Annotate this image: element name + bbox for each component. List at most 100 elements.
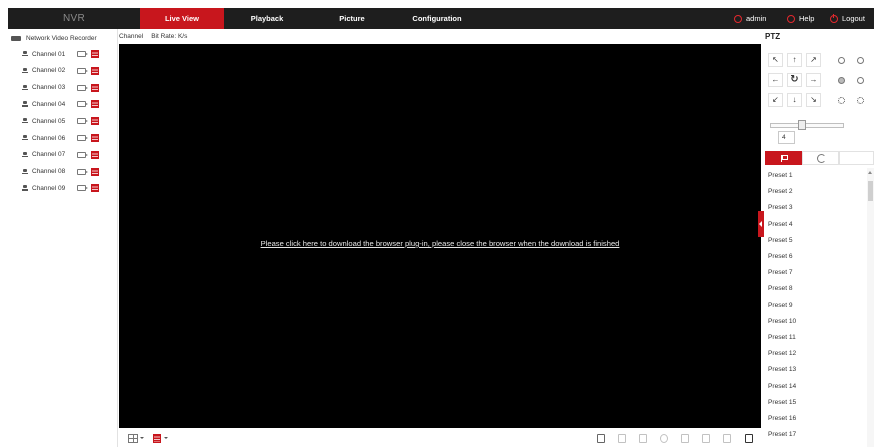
- channel-row[interactable]: Channel 08: [22, 167, 117, 177]
- preset-item[interactable]: Preset 16: [768, 413, 796, 425]
- collapse-ptz-panel-button[interactable]: [758, 211, 764, 237]
- stream-switch-icon[interactable]: [91, 167, 99, 176]
- ptz-right-button[interactable]: →: [806, 73, 821, 87]
- preset-item[interactable]: Preset 2: [768, 186, 793, 198]
- stream-dropdown-caret[interactable]: [164, 437, 168, 439]
- ptz-down-button[interactable]: ↓: [787, 93, 802, 107]
- preset-item[interactable]: Preset 11: [768, 332, 796, 344]
- record-channel-icon[interactable]: [77, 84, 88, 91]
- preset-scrollbar[interactable]: [867, 168, 874, 447]
- channel-row[interactable]: Channel 05: [22, 116, 117, 126]
- fullscreen-icon[interactable]: [745, 434, 753, 443]
- focus-near-icon[interactable]: [834, 73, 848, 87]
- device-tree-root[interactable]: Network Video Recorder: [8, 33, 97, 43]
- channel-row[interactable]: Channel 04: [22, 99, 117, 109]
- record-channel-icon[interactable]: [77, 135, 88, 141]
- preset-item[interactable]: Preset 17: [768, 429, 796, 441]
- preset-item[interactable]: Preset 6: [768, 251, 793, 263]
- logout-label: Logout: [842, 14, 865, 23]
- channel-label: Channel 04: [32, 100, 66, 108]
- channel-row[interactable]: Channel 07: [22, 150, 117, 160]
- zoom-out-icon[interactable]: [853, 53, 867, 67]
- ptz-speed-slider-track[interactable]: [770, 123, 844, 128]
- audio-icon[interactable]: [681, 434, 689, 443]
- ptz-auto-button[interactable]: ↻: [787, 73, 802, 87]
- tab-cruise[interactable]: [802, 151, 839, 165]
- help-link[interactable]: Help: [787, 8, 814, 29]
- channel-row[interactable]: Channel 02: [22, 66, 117, 76]
- ptz-left-button[interactable]: ←: [768, 73, 783, 87]
- snapshot-icon[interactable]: [618, 434, 626, 443]
- focus-far-icon[interactable]: [853, 73, 867, 87]
- record-icon[interactable]: [639, 434, 647, 443]
- stream-type-icon[interactable]: [153, 434, 161, 443]
- ptz-down-right-button[interactable]: ↘: [806, 93, 821, 107]
- channel-row[interactable]: Channel 06: [22, 133, 117, 143]
- preset-item[interactable]: Preset 3: [768, 202, 793, 214]
- preset-item[interactable]: Preset 14: [768, 381, 796, 393]
- preset-item[interactable]: Preset 5: [768, 235, 793, 247]
- layout-dropdown-caret[interactable]: [140, 437, 144, 439]
- preset-item[interactable]: Preset 15: [768, 397, 796, 409]
- stream-switch-icon[interactable]: [91, 66, 99, 75]
- ptz-down-left-button[interactable]: ↙: [768, 93, 783, 107]
- user-menu[interactable]: admin: [734, 8, 766, 29]
- stream-switch-icon[interactable]: [91, 50, 99, 58]
- stream-switch-icon[interactable]: [91, 117, 99, 126]
- preset-item[interactable]: Preset 10: [768, 316, 796, 328]
- record-channel-icon[interactable]: [77, 118, 88, 125]
- ptz-up-left-button[interactable]: ↖: [768, 53, 783, 67]
- preset-item[interactable]: Preset 13: [768, 364, 796, 376]
- tab-live-view[interactable]: Live View: [140, 8, 224, 29]
- iris-close-icon[interactable]: [853, 93, 867, 107]
- play-icon[interactable]: [597, 434, 605, 443]
- preset-item[interactable]: Preset 7: [768, 267, 793, 279]
- stream-switch-icon[interactable]: [91, 83, 99, 92]
- ptz-speed-value[interactable]: 4: [778, 131, 795, 144]
- preset-scrollbar-thumb[interactable]: [868, 181, 873, 201]
- ptz-speed-slider-thumb[interactable]: [798, 120, 807, 130]
- scroll-up-arrow-icon[interactable]: [868, 171, 872, 174]
- stream-switch-icon[interactable]: [91, 184, 99, 193]
- record-channel-icon[interactable]: [77, 168, 88, 175]
- camera-icon: [22, 168, 28, 175]
- tab-picture[interactable]: Picture: [310, 8, 394, 29]
- tab-presets[interactable]: [765, 151, 802, 165]
- preset-item[interactable]: Preset 8: [768, 283, 793, 295]
- record-channel-icon[interactable]: [77, 185, 88, 192]
- channel-row[interactable]: Channel 01: [22, 49, 117, 59]
- record-channel-icon[interactable]: [77, 51, 88, 57]
- iris-close-glyph: [856, 96, 864, 104]
- stream-switch-icon[interactable]: [91, 150, 99, 159]
- preset-item[interactable]: Preset 4: [768, 219, 793, 231]
- talk-icon[interactable]: [702, 434, 710, 443]
- record-channel-icon[interactable]: [77, 101, 88, 108]
- channel-row[interactable]: Channel 09: [22, 183, 117, 193]
- cycle-icon: [817, 154, 826, 163]
- preset-item[interactable]: Preset 1: [768, 170, 793, 182]
- record-channel-icon[interactable]: [77, 67, 88, 74]
- zoom-icon[interactable]: [660, 434, 668, 443]
- zoom-in-icon[interactable]: [834, 53, 848, 67]
- brand-logo: NVR: [62, 13, 85, 24]
- user-name: admin: [746, 14, 767, 23]
- tab-empty[interactable]: [839, 151, 874, 165]
- iris-open-icon[interactable]: [834, 93, 848, 107]
- ptz-up-button[interactable]: ↑: [787, 53, 802, 67]
- preset-item[interactable]: Preset 9: [768, 300, 793, 312]
- ptz-up-right-button[interactable]: ↗: [806, 53, 821, 67]
- layout-grid-icon[interactable]: [128, 434, 138, 443]
- live-video-area[interactable]: Please click here to download the browse…: [119, 44, 761, 428]
- logout-link[interactable]: Logout: [830, 8, 865, 29]
- tab-playback[interactable]: Playback: [224, 8, 310, 29]
- channel-label: Channel 08: [32, 168, 66, 176]
- stop-all-icon[interactable]: [723, 434, 731, 443]
- stream-switch-icon[interactable]: [91, 100, 99, 109]
- stream-switch-icon[interactable]: [91, 134, 99, 142]
- preset-item[interactable]: Preset 12: [768, 348, 796, 360]
- channel-row[interactable]: Channel 03: [22, 83, 117, 93]
- record-channel-icon[interactable]: [77, 151, 88, 158]
- tab-configuration[interactable]: Configuration: [394, 8, 480, 29]
- plugin-download-link[interactable]: Please click here to download the browse…: [119, 239, 761, 248]
- channel-label: Channel 07: [32, 151, 66, 159]
